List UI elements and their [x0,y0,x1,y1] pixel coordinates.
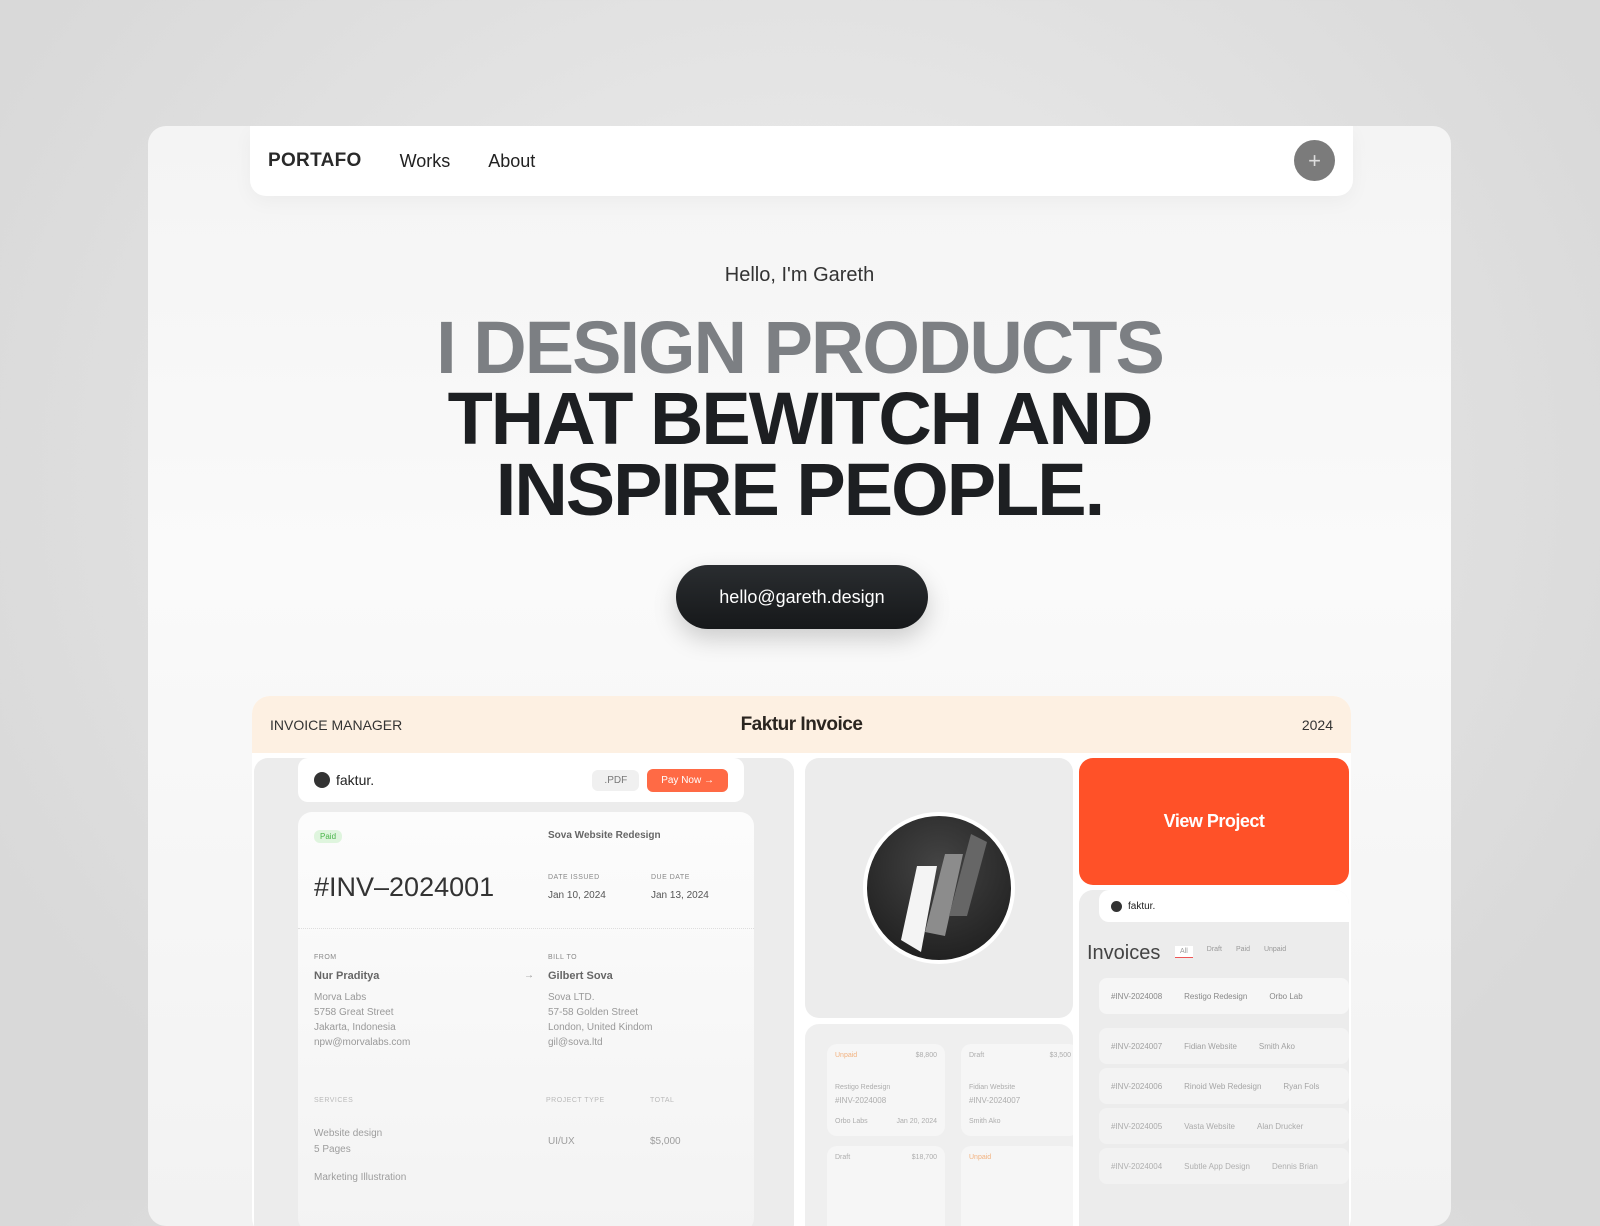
list-item[interactable]: #INV-2024004 Subtle App Design Dennis Bria… [1099,1148,1349,1184]
to-line: gil@sova.ltd [548,1037,603,1048]
arrow-right-icon: → [524,970,534,981]
from-line: Morva Labs [314,992,367,1003]
date-issued: Jan 10, 2024 [548,890,606,901]
invoice-list-preview: faktur. Invoices All Draft Paid Unpaid #… [1079,890,1349,1226]
greeting: Hello, I'm Gareth [724,264,875,286]
top-nav: PORTAFO Works About + [250,126,1353,196]
type-label: PROJECT TYPE [546,1097,605,1104]
date-issued-label: DATE ISSUED [548,874,600,881]
to-line: 57-58 Golden Street [548,1007,639,1018]
list-item[interactable]: #INV-2024007 Fidian Website Smith Ako [1099,1028,1349,1064]
service-sub: 5 Pages [314,1144,351,1155]
due-date-label: DUE DATE [651,874,690,881]
status-badge: Paid [314,830,343,843]
invoice-topbar: faktur. .PDF Pay Now → [298,758,744,802]
from-line: npw@morvalabs.com [314,1037,411,1048]
pay-now-button[interactable]: Pay Now → [647,768,728,792]
due-date: Jan 13, 2024 [651,890,709,901]
filter-paid[interactable]: Paid [1236,946,1250,958]
service-name: Website design [314,1128,383,1139]
to-line: London, United Kindom [548,1022,653,1033]
brand: faktur. [336,772,375,788]
invoice-project: Sova Website Redesign [548,830,661,841]
list-item[interactable]: #INV-2024005 Vasta Website Alan Drucker [1099,1108,1349,1144]
email-button[interactable]: hello@gareth.design [676,565,928,629]
brand: faktur. [1128,900,1156,912]
service-total: $5,000 [650,1136,681,1147]
to-line: Sova LTD. [548,992,595,1003]
from-name: Nur Praditya [314,970,380,982]
list-item[interactable]: #INV-2024006 Rinoid Web Redesign Ryan Fols [1099,1068,1349,1104]
invoices-title: Invoices [1087,942,1161,964]
service-name: Marketing Illustration [314,1172,407,1183]
from-line: Jakarta, Indonesia [314,1022,396,1033]
filter-draft[interactable]: Draft [1207,946,1222,958]
project-title: Faktur Invoice [740,714,863,735]
nav-works[interactable]: Works [400,151,451,172]
list-topbar: faktur. [1099,890,1349,922]
divider [298,928,754,929]
invoice-card[interactable]: Unpaid $8,800 Restigo Redesign #INV-202400… [827,1044,945,1136]
filter-unpaid[interactable]: Unpaid [1264,946,1286,958]
faktur-logo-icon [863,812,1015,964]
filter-all[interactable]: All [1175,946,1193,958]
faktur-logo-icon [1111,900,1122,912]
total-label: TOTAL [650,1097,675,1104]
nav-about[interactable]: About [488,151,535,172]
logo[interactable]: PORTAFO [268,150,362,172]
plus-icon[interactable]: + [1294,140,1335,181]
headline-line-3: INSPIRE PEOPLE. [495,448,1105,531]
portfolio-window: PORTAFO Works About + Hello, I'm Gareth … [148,126,1451,1226]
services-label: SERVICES [314,1097,354,1104]
service-type: UI/UX [548,1136,575,1147]
invoice-card[interactable]: Draft $18,700 [827,1146,945,1226]
invoice-detail: Paid Sova Website Redesign #INV–2024001 … [298,812,754,1226]
from-line: 5758 Great Street [314,1007,394,1018]
invoice-preview: faktur. .PDF Pay Now → Paid Sova Website… [254,758,794,1226]
invoice-card[interactable]: Unpaid [961,1146,1073,1226]
logo-panel [805,758,1073,1018]
project-card[interactable]: INVOICE MANAGER 2024 Faktur Invoice fakt… [252,696,1351,1226]
list-item[interactable]: #INV-2024008 Restigo Redesign Orbo Lab [1099,978,1349,1014]
pdf-button[interactable]: .PDF [592,769,640,791]
view-project-button[interactable]: View Project [1079,758,1349,885]
invoice-cards-preview: Unpaid $8,800 Restigo Redesign #INV-202400… [805,1024,1073,1226]
invoice-number: #INV–2024001 [314,872,495,902]
invoice-card[interactable]: Draft $3,500 Fidian Website #INV-2024007 S… [961,1044,1073,1136]
from-label: FROM [314,954,337,961]
headline: I DESIGN PRODUCTS THAT BEWITCH AND INSPI… [148,306,1451,531]
headline-line-2: THAT BEWITCH AND [447,377,1154,460]
faktur-logo-icon [314,772,330,788]
headline-line-1: I DESIGN PRODUCTS [436,306,1165,389]
bill-to-name: Gilbert Sova [548,970,613,982]
bill-to-label: BILL TO [548,954,578,961]
